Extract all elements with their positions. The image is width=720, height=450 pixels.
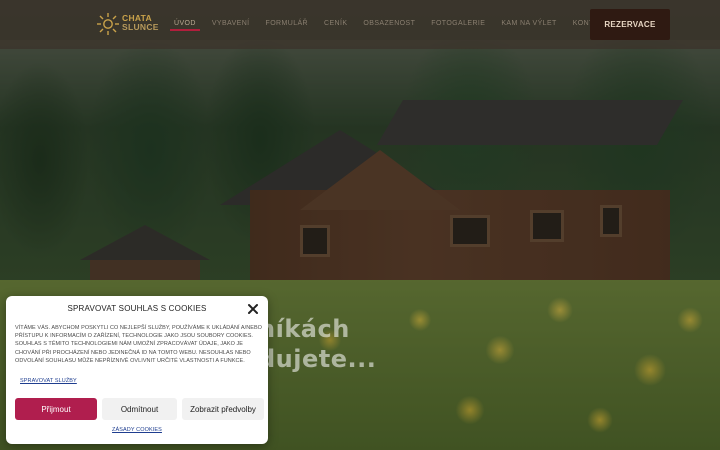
cookie-description: VÍTÁME VÁS. ABYCHOM POSKYTLI CO NEJLEPŠÍ… xyxy=(15,325,262,364)
hero-headline-line2: dujete... xyxy=(258,345,377,373)
cookie-consent-dialog: SPRAVOVAT SOUHLAS S COOKIES VÍTÁME VÁS. … xyxy=(6,296,268,444)
hero-headline-line1: níkách xyxy=(258,315,350,343)
nav-item-formular[interactable]: FORMULÁŘ xyxy=(258,17,316,31)
accept-button[interactable]: Přijmout xyxy=(15,398,97,420)
site-logo[interactable]: CHATA SLUNCE xyxy=(96,11,166,37)
main-nav: ÚVOD VYBAVENÍ FORMULÁŘ CENÍK OBSAZENOST … xyxy=(166,17,616,31)
deny-button[interactable]: Odmítnout xyxy=(102,398,177,420)
cookie-title: SPRAVOVAT SOUHLAS S COOKIES xyxy=(67,304,207,313)
site-header: CHATA SLUNCE ÚVOD VYBAVENÍ FORMULÁŘ CENÍ… xyxy=(0,0,720,49)
reservation-button[interactable]: REZERVACE xyxy=(590,9,670,40)
hero-headline: níkách dujete... xyxy=(258,314,376,374)
nav-item-obsazenost[interactable]: OBSAZENOST xyxy=(355,17,423,31)
manage-services-link[interactable]: SPRAVOVAT SLUŽBY xyxy=(20,378,77,384)
nav-item-vybaveni[interactable]: VYBAVENÍ xyxy=(204,17,258,31)
cookie-policy-link[interactable]: ZÁSADY COOKIES xyxy=(6,427,268,433)
logo-line2: SLUNCE xyxy=(122,22,159,32)
sun-logo-icon xyxy=(97,13,119,35)
close-icon[interactable] xyxy=(247,303,259,315)
view-preferences-button[interactable]: Zobrazit předvolby xyxy=(182,398,264,420)
nav-item-fotogalerie[interactable]: FOTOGALERIE xyxy=(423,17,493,31)
nav-item-uvod[interactable]: ÚVOD xyxy=(170,17,200,31)
logo-wordmark: CHATA SLUNCE xyxy=(122,14,159,32)
nav-item-cenik[interactable]: CENÍK xyxy=(316,17,355,31)
nav-item-kam-na-vylet[interactable]: KAM NA VÝLET xyxy=(493,17,564,31)
